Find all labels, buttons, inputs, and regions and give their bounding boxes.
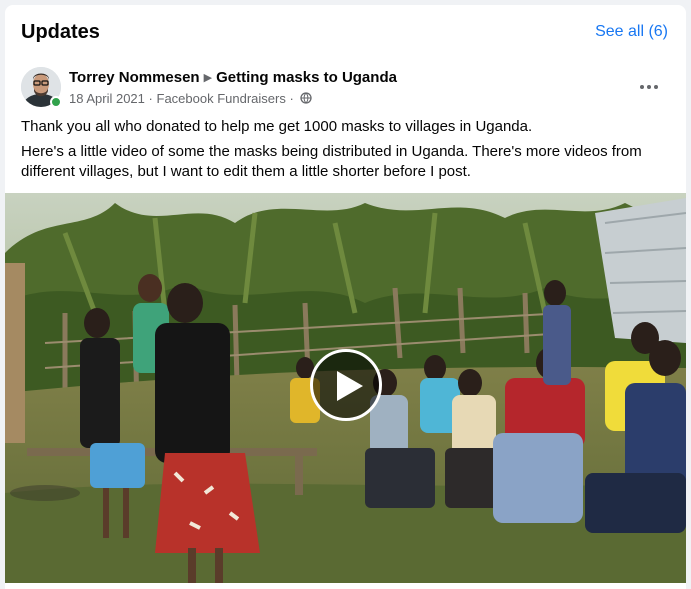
updates-title: Updates <box>21 21 100 43</box>
globe-icon <box>300 92 313 104</box>
more-options-icon[interactable] <box>637 75 661 99</box>
post-date[interactable]: 18 April 2021 <box>69 91 145 106</box>
author-name-link[interactable]: Torrey Nommesen <box>69 69 200 86</box>
post-paragraph: Here's a little video of some the masks … <box>21 143 642 180</box>
updates-card: Updates See all (6) Torrey Nommesen ▶ Gett… <box>5 5 686 589</box>
video-player[interactable] <box>5 193 686 583</box>
play-button[interactable] <box>310 349 382 421</box>
meta-separator: · <box>148 91 153 106</box>
post-body: Thank you all who donated to help me get… <box>21 117 671 187</box>
triangle-right-icon: ▶ <box>203 72 213 84</box>
post-paragraph: Thank you all who donated to help me get… <box>21 118 533 135</box>
post-source: Facebook Fundraisers <box>156 91 286 106</box>
post-author-line: Torrey Nommesen ▶ Getting masks to Uganda <box>69 69 397 86</box>
post-header: Torrey Nommesen ▶ Getting masks to Uganda … <box>21 67 671 111</box>
post-meta: 18 April 2021 · Facebook Fundraisers · <box>69 91 313 106</box>
meta-separator: · <box>289 91 294 106</box>
fundraiser-link[interactable]: Getting masks to Uganda <box>216 69 397 86</box>
play-icon <box>337 371 363 401</box>
see-all-link[interactable]: See all (6) <box>595 23 668 41</box>
online-status-dot <box>50 96 62 108</box>
updates-header: Updates See all (6) <box>5 5 686 57</box>
